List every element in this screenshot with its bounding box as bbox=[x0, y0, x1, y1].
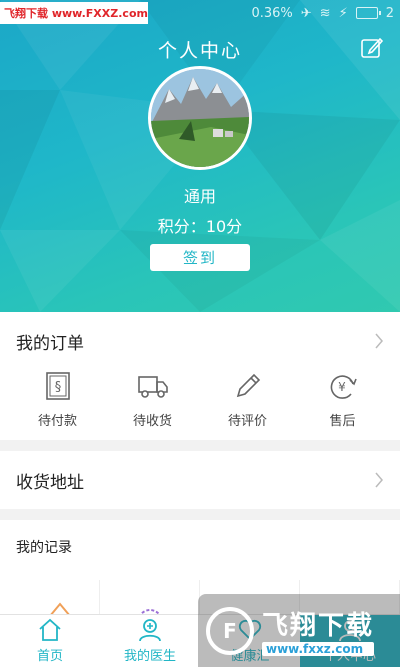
receipt-icon: § bbox=[45, 372, 70, 400]
address-section[interactable]: 收货地址 bbox=[0, 451, 400, 509]
doctor-icon bbox=[139, 619, 161, 642]
records-title: 我的记录 bbox=[16, 540, 72, 556]
orders-title: 我的订单 bbox=[16, 333, 84, 354]
truck-icon bbox=[137, 376, 168, 398]
order-pending-payment[interactable]: § 待付款 bbox=[18, 370, 98, 429]
watermark-logo: F bbox=[206, 606, 254, 655]
watermark-text: 飞翔下载 bbox=[262, 611, 375, 641]
refund-icon: ¥ bbox=[330, 375, 357, 399]
tab-label: 首页 bbox=[36, 649, 63, 664]
address-title: 收货地址 bbox=[16, 472, 84, 493]
page-title: 个人中心 bbox=[157, 40, 242, 62]
profile-header: 飞翔下载 www.FXXZ.com 0.36% ✈ ≋ ⚡ 2 个人中心 通用 bbox=[0, 0, 400, 312]
tab-label: 我的医生 bbox=[123, 649, 176, 664]
order-item-label: 待评价 bbox=[227, 414, 267, 429]
tab-home[interactable]: 首页 bbox=[0, 615, 100, 667]
avatar-image bbox=[151, 69, 249, 167]
pencil-icon bbox=[236, 373, 260, 398]
mute-icon: ✈ bbox=[300, 5, 312, 21]
orders-header[interactable]: 我的订单 bbox=[0, 312, 400, 370]
points-display: 积分：10分 bbox=[0, 213, 400, 237]
chevron-right-icon bbox=[375, 333, 383, 349]
tab-my-doctor[interactable]: 我的医生 bbox=[100, 615, 200, 667]
avatar[interactable] bbox=[148, 66, 252, 170]
checkin-button[interactable]: 签到 bbox=[150, 244, 250, 271]
carrier-number: 2 bbox=[385, 5, 394, 21]
battery-percent: 0.36% bbox=[251, 5, 293, 21]
user-level: 通用 bbox=[183, 187, 216, 206]
watermark-bottom: F 飞翔下载 www.fxxz.com bbox=[198, 594, 400, 667]
order-after-sales[interactable]: ¥ 售后 bbox=[303, 370, 383, 429]
charging-icon: ⚡ bbox=[338, 5, 348, 21]
order-pending-receipt[interactable]: 待收货 bbox=[113, 370, 193, 429]
wifi-icon: ≋ bbox=[319, 5, 331, 21]
order-item-label: 待付款 bbox=[37, 414, 77, 429]
chevron-right-icon bbox=[375, 472, 383, 488]
points-label: 积分： bbox=[157, 217, 206, 236]
points-value: 10分 bbox=[205, 217, 243, 236]
order-item-label: 待收货 bbox=[132, 414, 172, 429]
order-item-label: 售后 bbox=[329, 414, 356, 429]
watermark-top: 飞翔下载 www.FXXZ.com bbox=[0, 2, 148, 24]
svg-text:¥: ¥ bbox=[338, 380, 346, 394]
orders-section: 我的订单 § 待付款 待收货 待评价 ¥ 售后 bbox=[0, 312, 400, 440]
watermark-url: www.fxxz.com bbox=[262, 642, 375, 656]
battery-icon bbox=[355, 7, 381, 19]
edit-icon[interactable] bbox=[360, 36, 384, 60]
home-icon bbox=[39, 618, 61, 641]
order-pending-review[interactable]: 待评价 bbox=[208, 370, 288, 429]
status-bar: 飞翔下载 www.FXXZ.com 0.36% ✈ ≋ ⚡ 2 bbox=[0, 0, 400, 26]
svg-text:§: § bbox=[54, 380, 61, 395]
